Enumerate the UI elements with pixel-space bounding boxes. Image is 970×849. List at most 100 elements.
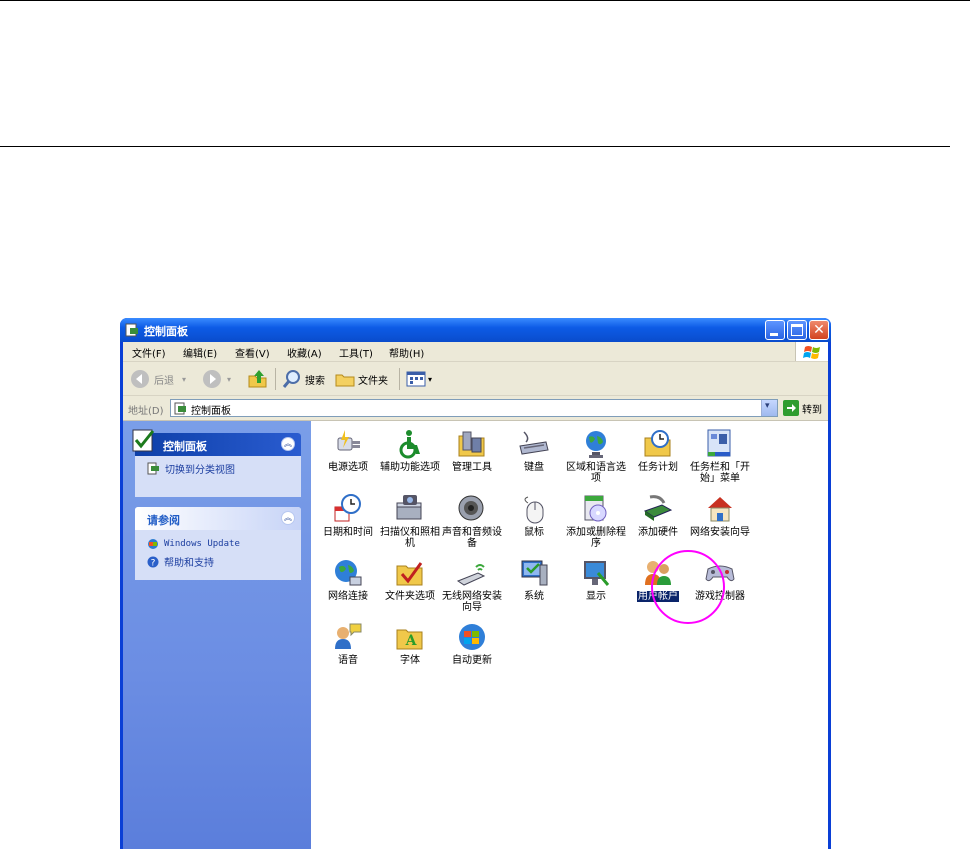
accessibility-item[interactable]: 辅助功能选项 xyxy=(375,428,445,473)
menu-help[interactable]: 帮助(H) xyxy=(389,345,424,360)
admin-tools-icon xyxy=(458,431,485,457)
category-view-icon xyxy=(147,462,159,475)
panel-title: 控制面板 xyxy=(163,440,207,453)
taskbar-icon xyxy=(707,429,731,457)
highlight-circle xyxy=(651,550,725,624)
wireless-network-wizard-item[interactable]: 无线网络安装向导 xyxy=(437,557,507,613)
keyboard-icon xyxy=(519,431,549,455)
home-network-icon xyxy=(708,497,732,522)
address-dropdown-button[interactable]: ▾ xyxy=(761,400,777,416)
control-panel-panel: 控制面板 ︽ 切换到分类视图 xyxy=(132,429,301,497)
fonts-item[interactable]: A 字体 xyxy=(375,621,445,666)
separator-rule xyxy=(0,146,950,147)
add-remove-icon xyxy=(584,495,607,522)
date-time-item[interactable]: 日期和时间 xyxy=(313,493,383,538)
back-arrow-icon xyxy=(131,370,149,388)
maximize-button[interactable] xyxy=(787,320,807,340)
sounds-audio-item[interactable]: 声音和音频设备 xyxy=(437,493,507,549)
address-input[interactable]: 控制面板 ▾ xyxy=(170,399,778,417)
views-button[interactable]: ▾ xyxy=(405,368,432,390)
collapse-icon[interactable]: ︽ xyxy=(281,437,295,451)
mouse-item[interactable]: 鼠标 xyxy=(499,493,569,538)
help-support-link[interactable]: ? 帮助和支持 xyxy=(147,554,214,569)
up-folder-icon xyxy=(248,370,267,388)
regional-language-item[interactable]: 区域和语言选项 xyxy=(561,428,631,484)
scheduled-tasks-icon xyxy=(644,430,671,457)
address-bar: 地址(D) 控制面板 ▾ 转到 xyxy=(123,396,828,421)
collapse-icon[interactable]: ︽ xyxy=(281,511,295,525)
network-setup-wizard-item[interactable]: 网络安装向导 xyxy=(685,493,755,538)
scheduled-tasks-item[interactable]: 任务计划 xyxy=(623,428,693,473)
folder-options-icon xyxy=(396,562,423,586)
svg-text:A: A xyxy=(405,633,418,649)
keyboard-item[interactable]: 键盘 xyxy=(499,428,569,473)
forward-dropdown-icon[interactable]: ▾ xyxy=(227,375,231,384)
taskbar-start-menu-item[interactable]: 任务栏和「开始」菜单 xyxy=(685,428,755,484)
windows-update-icon xyxy=(148,539,158,549)
go-button[interactable]: 转到 xyxy=(783,400,822,416)
window-title: 控制面板 xyxy=(144,325,188,338)
icon-view: 电源选项 辅助功能选项 管理工具 键盘 区域和语言选项 任务计划 任务栏和「开始… xyxy=(311,421,828,849)
display-icon xyxy=(584,561,610,586)
globe-icon xyxy=(586,431,606,458)
windows-flag-icon xyxy=(795,342,828,361)
wireless-icon xyxy=(456,564,486,586)
network-connections-item[interactable]: 网络连接 xyxy=(313,557,383,602)
search-button[interactable]: 搜索 xyxy=(281,368,325,390)
windows-update-icon xyxy=(459,624,485,650)
up-folder-button[interactable] xyxy=(247,368,269,390)
menu-file[interactable]: 文件(F) xyxy=(132,345,166,360)
control-panel-icon xyxy=(174,402,186,415)
system-item[interactable]: 系统 xyxy=(499,557,569,602)
speaker-icon xyxy=(458,495,484,521)
forward-button[interactable]: ▾ xyxy=(201,368,231,390)
scanner-icon xyxy=(396,495,422,520)
windows-update-link[interactable]: Windows Update xyxy=(147,538,240,550)
back-button[interactable]: 后退 ▾ xyxy=(129,368,186,390)
speech-icon xyxy=(335,623,362,649)
panel-header[interactable]: 控制面板 ︽ xyxy=(132,429,301,456)
menu-edit[interactable]: 编辑(E) xyxy=(183,345,217,360)
display-item[interactable]: 显示 xyxy=(561,557,631,602)
panel-title: 请参阅 xyxy=(147,514,180,527)
folder-icon xyxy=(335,374,355,387)
switch-category-view-link[interactable]: 切换到分类视图 xyxy=(147,461,235,476)
mouse-icon xyxy=(524,496,544,524)
menu-view[interactable]: 查看(V) xyxy=(235,345,270,360)
system-icon xyxy=(521,560,548,586)
task-pane: 控制面板 ︽ 切换到分类视图 请参阅 ︽ Windows Update ? 帮助… xyxy=(123,421,311,849)
title-bar[interactable]: 控制面板 ✕ xyxy=(120,318,831,342)
address-label: 地址(D) xyxy=(128,406,164,417)
folders-button[interactable]: 文件夹 xyxy=(334,368,388,390)
power-options-icon xyxy=(337,430,360,451)
add-remove-programs-item[interactable]: 添加或删除程序 xyxy=(561,493,631,549)
see-also-panel: 请参阅 ︽ Windows Update ? 帮助和支持 xyxy=(135,507,301,580)
panel-header[interactable]: 请参阅 ︽ xyxy=(135,507,301,530)
folder-options-item[interactable]: 文件夹选项 xyxy=(375,557,445,602)
fonts-icon: A xyxy=(396,629,423,650)
network-icon xyxy=(335,560,362,586)
top-rule xyxy=(0,0,970,1)
add-hardware-item[interactable]: 添加硬件 xyxy=(623,493,693,538)
clock-icon xyxy=(334,494,361,522)
close-button[interactable]: ✕ xyxy=(809,320,829,340)
automatic-updates-item[interactable]: 自动更新 xyxy=(437,621,507,666)
control-panel-check-icon xyxy=(132,429,155,452)
views-dropdown-icon[interactable]: ▾ xyxy=(428,375,432,384)
minimize-button[interactable] xyxy=(765,320,785,340)
address-value: 控制面板 xyxy=(191,406,231,417)
help-icon: ? xyxy=(147,556,159,568)
power-options-item[interactable]: 电源选项 xyxy=(313,428,383,473)
views-icon xyxy=(406,371,426,387)
scanners-cameras-item[interactable]: 扫描仪和照相机 xyxy=(375,493,445,549)
speech-item[interactable]: 语音 xyxy=(313,621,383,666)
hardware-icon xyxy=(643,495,673,521)
menu-tools[interactable]: 工具(T) xyxy=(339,345,373,360)
back-dropdown-icon[interactable]: ▾ xyxy=(182,375,186,384)
menu-favorites[interactable]: 收藏(A) xyxy=(287,345,322,360)
accessibility-icon xyxy=(399,430,420,459)
go-arrow-icon xyxy=(783,400,799,416)
menu-bar: 文件(F) 编辑(E) 查看(V) 收藏(A) 工具(T) 帮助(H) xyxy=(123,342,828,362)
admin-tools-item[interactable]: 管理工具 xyxy=(437,428,507,473)
forward-arrow-icon xyxy=(203,370,221,388)
